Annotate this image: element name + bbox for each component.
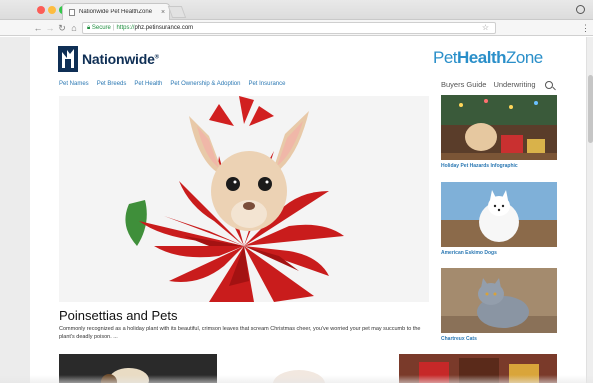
nav-link-pet-names[interactable]: Pet Names (59, 81, 89, 87)
nationwide-logo[interactable]: Nationwide® (58, 46, 159, 72)
underwriting-link[interactable]: Underwriting (493, 80, 535, 89)
card-caption[interactable]: Chartreux Cats (441, 336, 557, 342)
home-icon[interactable]: ⌂ (68, 22, 80, 34)
nav-link-pet-health[interactable]: Pet Health (134, 81, 162, 87)
sidebar-card[interactable]: Holiday Pet Hazards Infographic (441, 95, 557, 169)
page-icon (69, 8, 75, 16)
buyers-guide-link[interactable]: Buyers Guide (441, 80, 486, 89)
nav-link-pet-insurance[interactable]: Pet Insurance (248, 81, 285, 87)
back-icon[interactable]: ← (32, 22, 44, 34)
secure-label: Secure (91, 25, 111, 31)
search-icon[interactable] (544, 80, 553, 89)
scrollbar-thumb[interactable] (588, 75, 593, 143)
forward-icon[interactable]: → (44, 22, 56, 34)
pethealthzone-logo[interactable]: PetHealthZone (433, 48, 543, 68)
lock-icon: 🔒︎ (87, 25, 91, 31)
scrollbar[interactable] (586, 37, 593, 383)
brand-name: Nationwide® (82, 51, 159, 67)
article-excerpt: Commonly recognized as a holiday plant w… (59, 326, 421, 340)
utility-nav: Buyers Guide Underwriting (441, 80, 553, 89)
browser-tab-strip: Nationwide Pet HealthZone × (0, 0, 593, 20)
card-caption[interactable]: American Eskimo Dogs (441, 250, 557, 256)
browser-tab[interactable]: Nationwide Pet HealthZone × (62, 3, 170, 20)
nav-link-pet-ownership[interactable]: Pet Ownership & Adoption (170, 81, 240, 87)
holiday-hazards-photo (441, 95, 557, 160)
window-backdrop (0, 37, 30, 383)
url-host: phz.petinsurance.com (134, 25, 194, 31)
sidebar-card[interactable]: Chartreux Cats (441, 268, 557, 342)
reload-icon[interactable]: ↻ (56, 22, 68, 34)
profile-icon[interactable] (576, 5, 585, 14)
browser-toolbar: ← → ↻ ⌂ 🔒︎ Secure | https://phz.petinsuran… (0, 20, 593, 36)
star-icon[interactable]: ☆ (482, 23, 489, 33)
url-scheme: https:// (116, 25, 135, 31)
close-window-button[interactable] (37, 6, 45, 14)
menu-icon[interactable]: ⋮ (581, 22, 590, 34)
address-bar[interactable]: 🔒︎ Secure | https://phz.petinsurance.com ☆ (82, 22, 496, 34)
nav-link-pet-breeds[interactable]: Pet Breeds (97, 81, 127, 87)
sidebar-card[interactable]: American Eskimo Dogs (441, 182, 557, 256)
card-caption[interactable]: Holiday Pet Hazards Infographic (441, 163, 557, 169)
new-tab-button[interactable] (167, 6, 187, 18)
main-nav: Pet Names Pet Breeds Pet Health Pet Owne… (59, 81, 285, 87)
chihuahua-poinsettia-photo (59, 96, 429, 302)
american-eskimo-dog-photo (441, 182, 557, 247)
article-title[interactable]: Poinsettias and Pets (59, 308, 178, 323)
tab-title: Nationwide Pet HealthZone (79, 9, 153, 15)
minimize-window-button[interactable] (48, 6, 56, 14)
nationwide-eagle-icon (58, 46, 78, 72)
chartreux-cat-photo (441, 268, 557, 333)
hero-image[interactable] (59, 96, 429, 302)
tab-close-button[interactable]: × (157, 9, 169, 16)
page-fade (0, 375, 593, 383)
